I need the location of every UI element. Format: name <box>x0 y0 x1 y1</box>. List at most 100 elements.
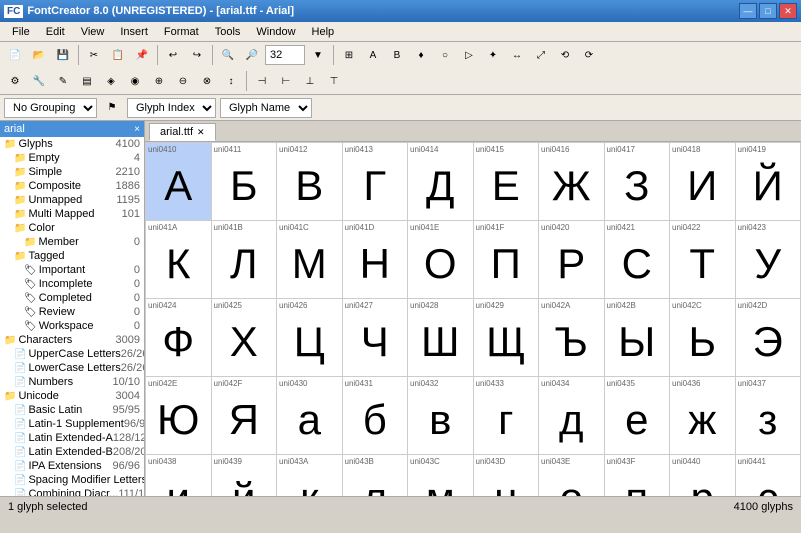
tb2-btn12[interactable]: ⊢ <box>275 70 297 92</box>
menu-format[interactable]: Format <box>156 24 207 40</box>
glyph-cell[interactable]: uni043Cм <box>408 455 474 496</box>
glyph-cell[interactable]: uni0419Й <box>736 143 801 221</box>
sidebar-item[interactable]: 📁Empty4 <box>0 151 144 165</box>
sidebar-item[interactable]: 📄UpperCase Letters26/26 <box>0 347 144 361</box>
tb2-btn5[interactable]: ◈ <box>100 70 122 92</box>
sidebar-item[interactable]: 📁Glyphs4100 <box>0 137 144 151</box>
glyph-cell[interactable]: uni042DЭ <box>736 299 801 377</box>
tb2-btn13[interactable]: ⊥ <box>299 70 321 92</box>
menu-insert[interactable]: Insert <box>112 24 156 40</box>
tool5-button[interactable]: ▷ <box>458 44 480 66</box>
glyph-cell[interactable]: uni0418И <box>670 143 736 221</box>
tb2-btn10[interactable]: ↕ <box>220 70 242 92</box>
tb2-btn1[interactable]: ⚙ <box>4 70 26 92</box>
tb2-btn9[interactable]: ⊗ <box>196 70 218 92</box>
menu-window[interactable]: Window <box>248 24 303 40</box>
sidebar-item[interactable]: 🏷Important0 <box>0 263 144 277</box>
zoom-dropdown[interactable]: ▼ <box>307 44 329 66</box>
tb2-btn7[interactable]: ⊕ <box>148 70 170 92</box>
sidebar-item[interactable]: 📁Member0 <box>0 235 144 249</box>
glyph-cell[interactable]: uni0431б <box>343 377 409 455</box>
sidebar-item[interactable]: 📄Combining Diacr...111/112 <box>0 487 144 496</box>
glyph-cell[interactable]: uni0439й <box>212 455 278 496</box>
maximize-button[interactable]: □ <box>759 3 777 19</box>
redo-button[interactable]: ↪ <box>186 44 208 66</box>
glyph-cell[interactable]: uni0429Щ <box>474 299 540 377</box>
glyph-cell[interactable]: uni043Fп <box>605 455 671 496</box>
sidebar-item[interactable]: 🏷Review0 <box>0 305 144 319</box>
glyph-cell[interactable]: uni041BЛ <box>212 221 278 299</box>
glyph-cell[interactable]: uni041AК <box>146 221 212 299</box>
glyph-cell[interactable]: uni041EО <box>408 221 474 299</box>
sidebar-item[interactable]: 📁Multi Mapped101 <box>0 207 144 221</box>
menu-file[interactable]: File <box>4 24 38 40</box>
glyph-cell[interactable]: uni042CЬ <box>670 299 736 377</box>
cut-button[interactable]: ✂ <box>83 44 105 66</box>
menu-edit[interactable]: Edit <box>38 24 73 40</box>
sidebar-item[interactable]: 📁Composite1886 <box>0 179 144 193</box>
glyph-cell[interactable]: uni0417З <box>605 143 671 221</box>
grid-button[interactable]: ⊞ <box>338 44 360 66</box>
sidebar-item[interactable]: 📄Latin-1 Supplement96/96 <box>0 417 144 431</box>
glyph-cell[interactable]: uni0421С <box>605 221 671 299</box>
glyph-cell[interactable]: uni0441с <box>736 455 801 496</box>
glyph-cell[interactable]: uni0440р <box>670 455 736 496</box>
glyph-cell[interactable]: uni0415Е <box>474 143 540 221</box>
sidebar-item[interactable]: 📁Tagged <box>0 249 144 263</box>
sidebar-item[interactable]: 📄LowerCase Letters26/26 <box>0 361 144 375</box>
tool8-button[interactable]: ⤢ <box>530 44 552 66</box>
glyph-cell[interactable]: uni043Dн <box>474 455 540 496</box>
glyph-cell[interactable]: uni0426Ц <box>277 299 343 377</box>
glyph-cell[interactable]: uni0410А <box>146 143 212 221</box>
glyph-cell[interactable]: uni042FЯ <box>212 377 278 455</box>
glyph-cell[interactable]: uni041CМ <box>277 221 343 299</box>
zoom-out-button[interactable]: 🔎 <box>241 44 263 66</box>
glyph-cell[interactable]: uni0411Б <box>212 143 278 221</box>
sidebar-item[interactable]: 🏷Completed0 <box>0 291 144 305</box>
glyph-cell[interactable]: uni0420Р <box>539 221 605 299</box>
paste-button[interactable]: 📌 <box>131 44 153 66</box>
sidebar-item[interactable]: 📄Latin Extended-B208/208 <box>0 445 144 459</box>
glyph-name-select[interactable]: Glyph Name <box>220 98 312 118</box>
tb2-btn8[interactable]: ⊖ <box>172 70 194 92</box>
glyph-cell[interactable]: uni0412В <box>277 143 343 221</box>
tb2-btn2[interactable]: 🔧 <box>28 70 50 92</box>
menu-tools[interactable]: Tools <box>207 24 249 40</box>
tool6-button[interactable]: ✦ <box>482 44 504 66</box>
menu-view[interactable]: View <box>73 24 113 40</box>
tool2-button[interactable]: B <box>386 44 408 66</box>
grouping-select[interactable]: No Grouping <box>4 98 97 118</box>
menu-help[interactable]: Help <box>304 24 343 40</box>
glyph-cell[interactable]: uni042BЫ <box>605 299 671 377</box>
glyph-cell[interactable]: uni0422Т <box>670 221 736 299</box>
title-bar-controls[interactable]: — □ ✕ <box>739 3 797 19</box>
open-button[interactable]: 📂 <box>28 44 50 66</box>
glyph-grid-container[interactable]: uni0410Аuni0411Бuni0412Вuni0413Гuni0414Д… <box>145 142 801 496</box>
sidebar-item[interactable]: 📁Unmapped1195 <box>0 193 144 207</box>
glyph-cell[interactable]: uni0416Ж <box>539 143 605 221</box>
tool1-button[interactable]: A <box>362 44 384 66</box>
tb2-btn14[interactable]: ⊤ <box>323 70 345 92</box>
tb2-btn4[interactable]: ▤ <box>76 70 98 92</box>
glyph-cell[interactable]: uni0437з <box>736 377 801 455</box>
tool4-button[interactable]: ○ <box>434 44 456 66</box>
sidebar-item[interactable]: 📄Basic Latin95/95 <box>0 403 144 417</box>
glyph-cell[interactable]: uni0434д <box>539 377 605 455</box>
glyph-cell[interactable]: uni0436ж <box>670 377 736 455</box>
tool7-button[interactable]: ↔ <box>506 44 528 66</box>
sidebar-item[interactable]: 📁Characters3009 <box>0 333 144 347</box>
glyph-cell[interactable]: uni0428Ш <box>408 299 474 377</box>
glyph-cell[interactable]: uni043Aк <box>277 455 343 496</box>
tool9-button[interactable]: ⟲ <box>554 44 576 66</box>
tb2-btn11[interactable]: ⊣ <box>251 70 273 92</box>
glyph-cell[interactable]: uni042EЮ <box>146 377 212 455</box>
glyph-cell[interactable]: uni043Bл <box>343 455 409 496</box>
glyph-cell[interactable]: uni0424Ф <box>146 299 212 377</box>
zoom-in-button[interactable]: 🔍 <box>217 44 239 66</box>
tab-arial[interactable]: arial.ttf ✕ <box>149 123 216 141</box>
tb2-btn3[interactable]: ✎ <box>52 70 74 92</box>
sidebar-item[interactable]: 📄Latin Extended-A128/128 <box>0 431 144 445</box>
glyph-cell[interactable]: uni042AЪ <box>539 299 605 377</box>
glyph-index-select[interactable]: Glyph Index <box>127 98 216 118</box>
glyph-cell[interactable]: uni0413Г <box>343 143 409 221</box>
